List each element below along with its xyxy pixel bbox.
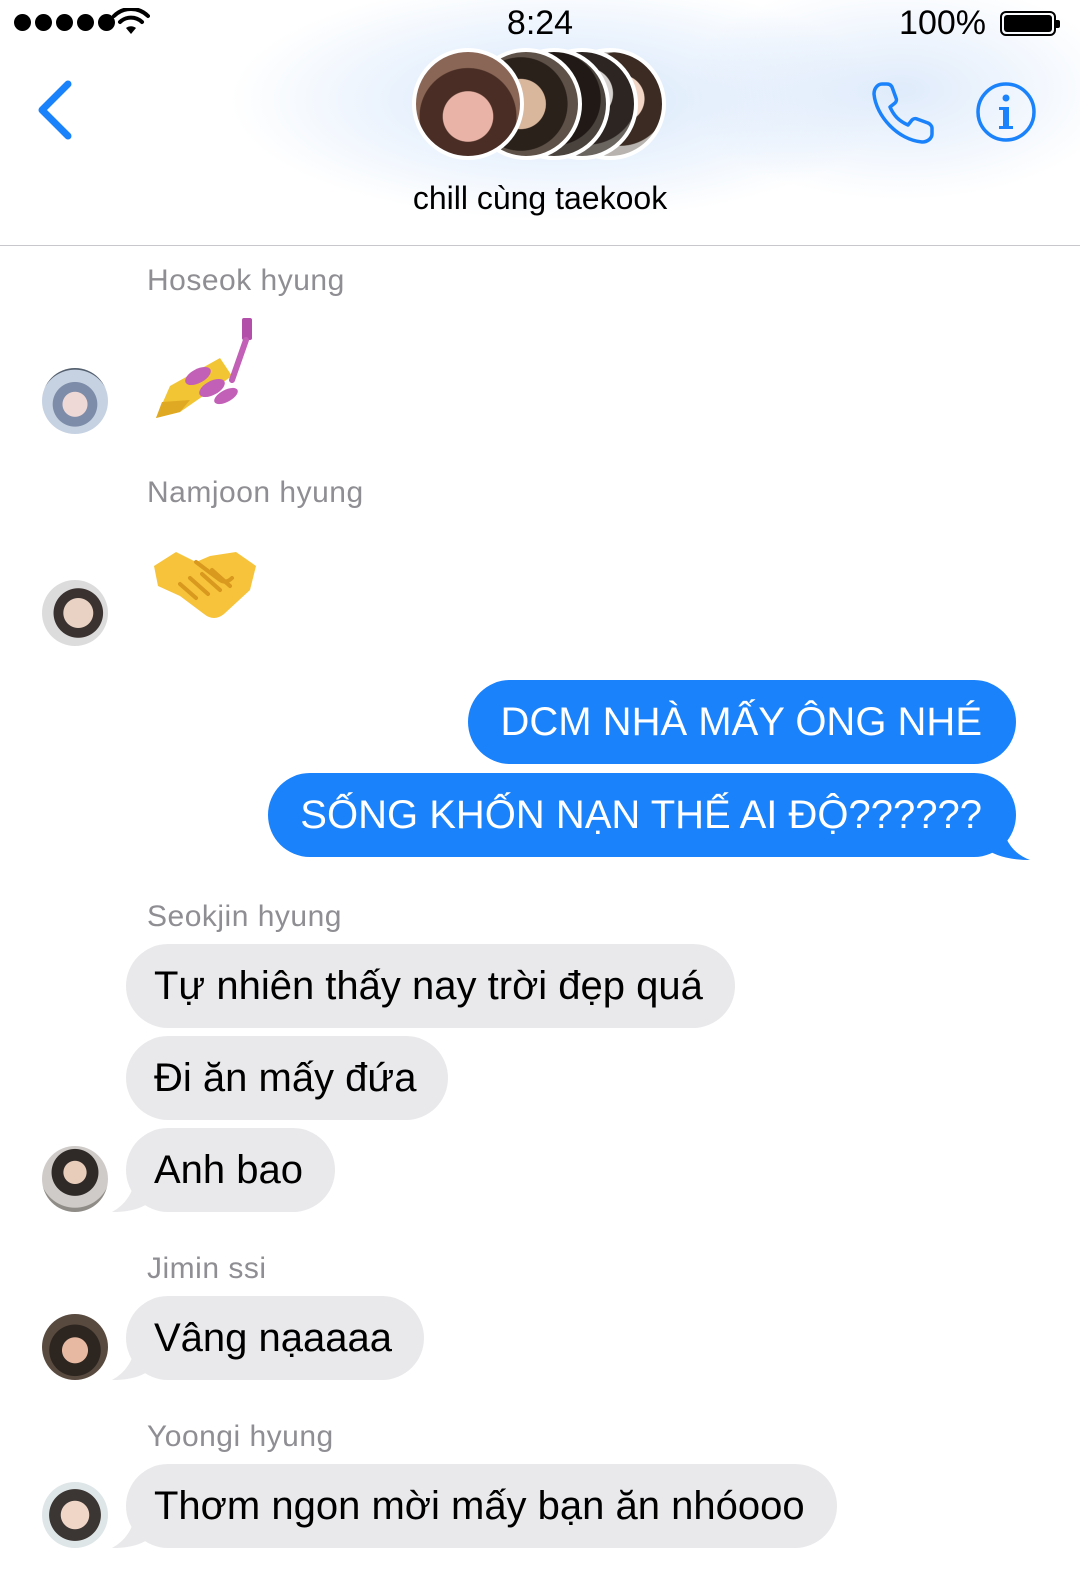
avatar[interactable]	[42, 580, 108, 646]
incoming-message-bubble[interactable]: Vâng nạaaaa	[126, 1296, 425, 1380]
group-avatar-stack[interactable]	[412, 48, 672, 164]
call-button[interactable]	[868, 78, 938, 148]
avatar[interactable]	[42, 1146, 108, 1212]
chevron-left-icon	[38, 80, 72, 140]
back-button[interactable]	[30, 70, 86, 150]
sender-name: Jimin ssi	[147, 1252, 267, 1285]
group-member-avatar	[412, 48, 524, 160]
bubble-tail	[112, 1340, 152, 1380]
conversation-title[interactable]: chill cùng taekook	[0, 180, 1080, 217]
handshake-icon[interactable]	[150, 544, 260, 624]
sender-name: Seokjin hyung	[147, 900, 342, 933]
bubble-tail	[112, 1508, 152, 1548]
nail-polish-icon[interactable]	[150, 316, 260, 420]
phone-icon	[872, 82, 934, 144]
avatar[interactable]	[42, 368, 108, 434]
battery-icon	[1000, 11, 1060, 36]
info-button[interactable]	[974, 80, 1038, 144]
battery-percentage: 100%	[899, 4, 986, 42]
outgoing-message-bubble[interactable]: DCM NHÀ MẤY ÔNG NHÉ	[468, 680, 1016, 764]
status-bar: 8:24 100%	[0, 0, 1080, 50]
bubble-tail	[112, 1172, 152, 1212]
sender-name: Namjoon hyung	[147, 476, 364, 509]
info-icon	[976, 82, 1036, 142]
avatar[interactable]	[42, 1314, 108, 1380]
incoming-message-bubble[interactable]: Anh bao	[126, 1128, 336, 1212]
incoming-message-bubble[interactable]: Tự nhiên thấy nay trời đẹp quá	[126, 944, 735, 1028]
sender-name: Yoongi hyung	[147, 1420, 334, 1453]
avatar[interactable]	[42, 1482, 108, 1548]
bubble-tail	[982, 820, 1030, 860]
incoming-message-bubble[interactable]: Thơm ngon mời mấy bạn ăn nhóooo	[126, 1464, 837, 1548]
outgoing-message-bubble[interactable]: SỐNG KHỐN NẠN THẾ AI ĐỘ??????	[268, 773, 1016, 857]
sender-name: Hoseok hyung	[147, 264, 345, 297]
incoming-message-bubble[interactable]: Đi ăn mấy đứa	[126, 1036, 449, 1120]
